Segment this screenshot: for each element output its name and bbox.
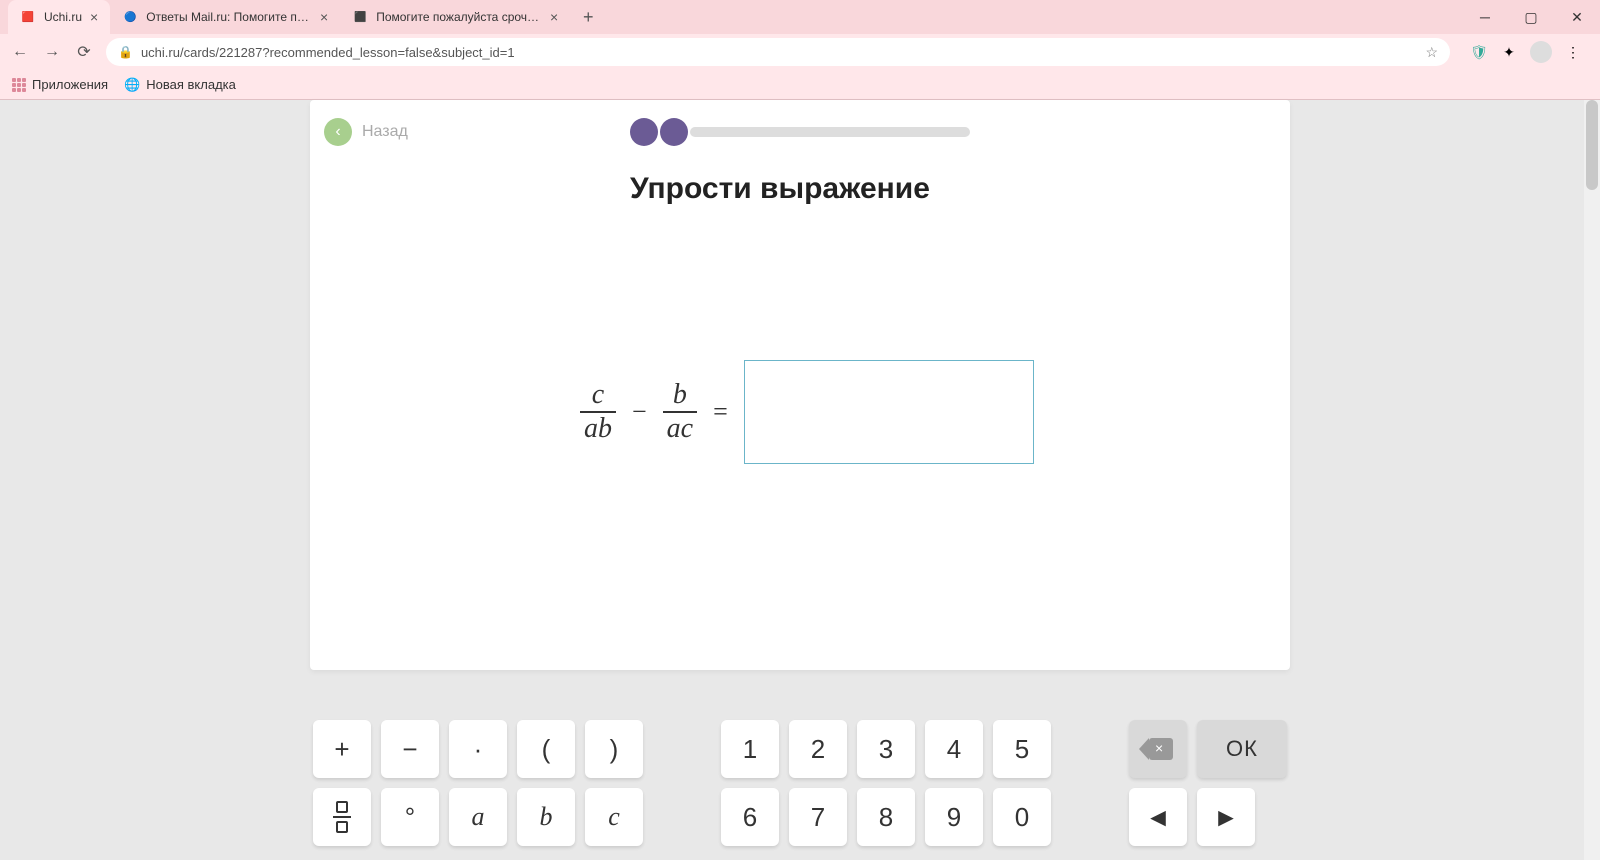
key-plus[interactable]: + — [313, 720, 371, 778]
fraction-icon — [333, 801, 351, 833]
vertical-scrollbar[interactable] — [1584, 100, 1600, 860]
key-rparen[interactable]: ) — [585, 720, 643, 778]
key-8[interactable]: 8 — [857, 788, 915, 846]
apps-grid-icon — [12, 78, 26, 92]
math-expression: c ab − b ac = — [580, 360, 1034, 464]
minimize-button[interactable]: ─ — [1462, 0, 1508, 34]
url-text: uchi.ru/cards/221287?recommended_lesson=… — [141, 45, 1417, 60]
tab-znanija[interactable]: ⬛ Помогите пожалуйста срочно! × — [340, 0, 570, 34]
tab-strip: 🟥 Uchi.ru × 🔵 Ответы Mail.ru: Помогите п… — [0, 0, 1600, 34]
progress-indicator — [630, 118, 970, 146]
favicon-znanija: ⬛ — [352, 9, 368, 25]
forward-button[interactable]: → — [42, 42, 62, 62]
close-window-button[interactable]: ✕ — [1554, 0, 1600, 34]
key-5[interactable]: 5 — [993, 720, 1051, 778]
scroll-thumb[interactable] — [1586, 100, 1598, 190]
key-3[interactable]: 3 — [857, 720, 915, 778]
close-icon[interactable]: × — [550, 9, 558, 25]
key-dot[interactable]: · — [449, 720, 507, 778]
fraction-1: c ab — [580, 379, 616, 445]
key-fraction[interactable] — [313, 788, 371, 846]
denominator: ab — [580, 413, 616, 445]
key-b[interactable]: b — [517, 788, 575, 846]
key-minus[interactable]: − — [381, 720, 439, 778]
key-2[interactable]: 2 — [789, 720, 847, 778]
tab-title: Ответы Mail.ru: Помогите пожа — [146, 10, 312, 24]
numerator: b — [669, 379, 691, 411]
extension-adguard-icon[interactable]: 🛡 — [1470, 43, 1488, 61]
key-ok[interactable]: ОК — [1197, 720, 1287, 778]
lesson-card: ‹ Назад Упрости выражение c ab − b ac = — [310, 100, 1290, 670]
globe-icon: 🌐 — [124, 77, 140, 93]
key-degree[interactable]: ° — [381, 788, 439, 846]
progress-dot — [630, 118, 658, 146]
key-lparen[interactable]: ( — [517, 720, 575, 778]
key-9[interactable]: 9 — [925, 788, 983, 846]
tab-title: Помогите пожалуйста срочно! — [376, 10, 542, 24]
back-link[interactable]: ‹ Назад — [324, 118, 408, 146]
key-0[interactable]: 0 — [993, 788, 1051, 846]
key-backspace[interactable]: × — [1129, 720, 1187, 778]
kebab-menu-icon[interactable]: ⋮ — [1564, 43, 1582, 61]
equals-sign: = — [709, 397, 732, 427]
key-c[interactable]: c — [585, 788, 643, 846]
math-keyboard: + − · ( ) 1 2 3 4 5 × ОК ° a b c 6 7 8 9 — [313, 710, 1287, 860]
progress-dot — [660, 118, 688, 146]
reload-button[interactable]: ⟳ — [74, 42, 94, 62]
close-icon[interactable]: × — [90, 9, 98, 25]
apps-label: Приложения — [32, 77, 108, 92]
key-arrow-left[interactable]: ◄ — [1129, 788, 1187, 846]
key-7[interactable]: 7 — [789, 788, 847, 846]
url-bar[interactable]: 🔒 uchi.ru/cards/221287?recommended_lesso… — [106, 38, 1450, 66]
extension-icons: 🛡 ✦ ⋮ — [1462, 41, 1590, 63]
favicon-mailru: 🔵 — [122, 9, 138, 25]
browser-chrome: 🟥 Uchi.ru × 🔵 Ответы Mail.ru: Помогите п… — [0, 0, 1600, 100]
back-label: Назад — [362, 123, 408, 141]
keyboard-row-2: ° a b c 6 7 8 9 0 ◄ ► — [313, 788, 1287, 846]
bookmark-star-icon[interactable]: ☆ — [1425, 44, 1438, 61]
extensions-puzzle-icon[interactable]: ✦ — [1500, 43, 1518, 61]
apps-shortcut[interactable]: Приложения — [12, 77, 108, 92]
chevron-left-icon: ‹ — [324, 118, 352, 146]
numerator: c — [588, 379, 608, 411]
tab-mailru[interactable]: 🔵 Ответы Mail.ru: Помогите пожа × — [110, 0, 340, 34]
window-controls: ─ ▢ ✕ — [1462, 0, 1600, 34]
lesson-heading: Упрости выражение — [630, 172, 930, 206]
new-tab-button[interactable]: + — [574, 3, 602, 31]
keyboard-row-1: + − · ( ) 1 2 3 4 5 × ОК — [313, 720, 1287, 778]
answer-input[interactable] — [744, 360, 1034, 464]
bookmark-newtab[interactable]: 🌐 Новая вкладка — [124, 77, 236, 93]
newtab-label: Новая вкладка — [146, 77, 236, 92]
denominator: ac — [663, 413, 697, 445]
key-4[interactable]: 4 — [925, 720, 983, 778]
tab-title: Uchi.ru — [44, 10, 82, 24]
address-bar: ← → ⟳ 🔒 uchi.ru/cards/221287?recommended… — [0, 34, 1600, 70]
key-1[interactable]: 1 — [721, 720, 779, 778]
minus-sign: − — [628, 397, 651, 427]
close-icon[interactable]: × — [320, 9, 328, 25]
progress-track — [690, 127, 970, 137]
back-button[interactable]: ← — [10, 42, 30, 62]
backspace-icon: × — [1143, 738, 1173, 760]
profile-avatar[interactable] — [1530, 41, 1552, 63]
key-a[interactable]: a — [449, 788, 507, 846]
fraction-2: b ac — [663, 379, 697, 445]
key-6[interactable]: 6 — [721, 788, 779, 846]
favicon-uchi: 🟥 — [20, 9, 36, 25]
bookmarks-bar: Приложения 🌐 Новая вкладка — [0, 70, 1600, 100]
maximize-button[interactable]: ▢ — [1508, 0, 1554, 34]
key-arrow-right[interactable]: ► — [1197, 788, 1255, 846]
tab-uchi[interactable]: 🟥 Uchi.ru × — [8, 0, 110, 34]
lock-icon: 🔒 — [118, 45, 133, 59]
